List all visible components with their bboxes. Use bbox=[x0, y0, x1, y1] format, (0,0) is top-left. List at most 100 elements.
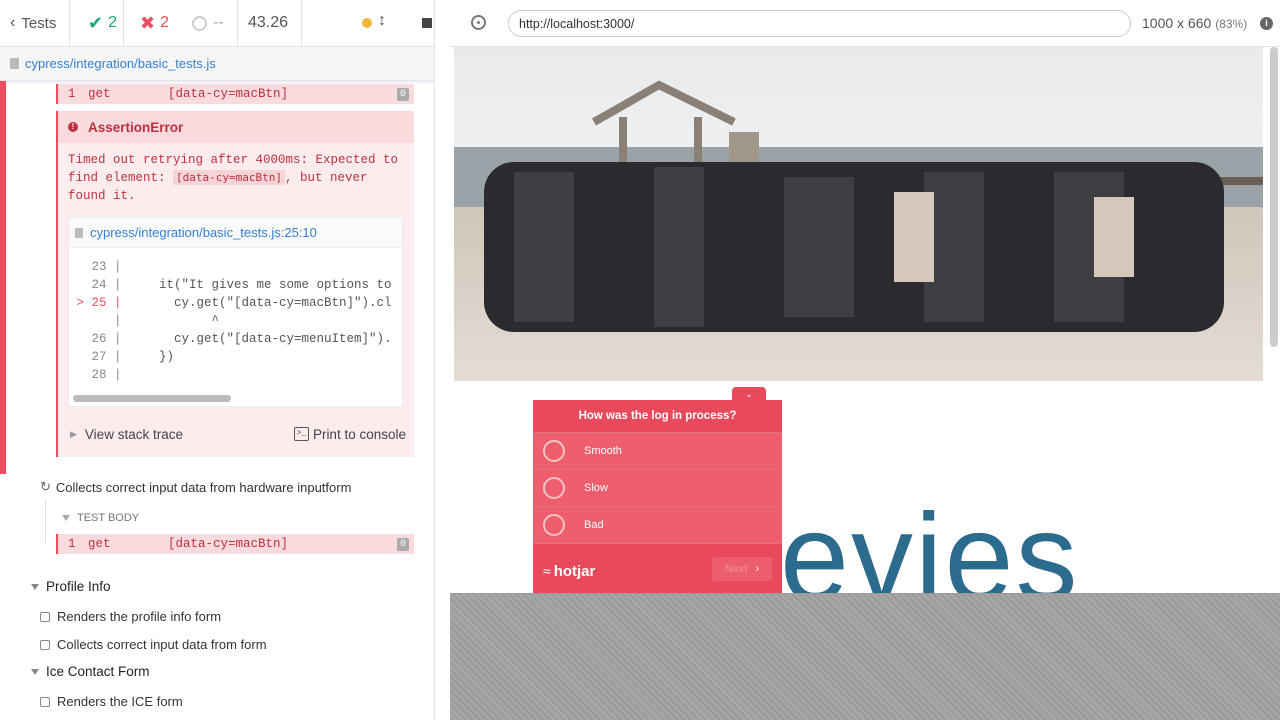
error-message-code: [data-cy=macBtn] bbox=[173, 170, 285, 185]
horizontal-scrollbar[interactable] bbox=[73, 395, 231, 402]
option-label: Bad bbox=[584, 519, 604, 531]
code-line: | ^ bbox=[69, 312, 402, 330]
print-to-console-label: Print to console bbox=[312, 426, 406, 442]
line-number: 23 | bbox=[69, 260, 130, 274]
elements-count-badge: 0 bbox=[396, 538, 409, 551]
page-scrollbar[interactable] bbox=[1270, 47, 1278, 347]
command-name: get bbox=[88, 537, 111, 551]
viewport-background bbox=[450, 594, 1280, 720]
option-label: Smooth bbox=[584, 445, 622, 457]
resize-arrows-icon[interactable]: ↕ bbox=[378, 12, 386, 30]
pending-count: -- bbox=[178, 0, 238, 46]
code-frame-lines: 23 | 24 | it("It gives me some options t… bbox=[69, 248, 402, 384]
line-number: > 25 | bbox=[69, 296, 130, 310]
code-line: 28 | bbox=[69, 366, 402, 384]
duration: 43.26 bbox=[238, 0, 302, 46]
print-to-console-button[interactable]: >_ Print to console bbox=[293, 426, 406, 442]
back-to-tests-button[interactable]: ‹ Tests bbox=[0, 0, 70, 46]
test-body-hook[interactable]: TEST BODY bbox=[62, 512, 139, 524]
survey-option-slow[interactable]: Slow bbox=[533, 470, 782, 507]
line-number: 24 | bbox=[69, 278, 130, 292]
hook-title: TEST BODY bbox=[77, 512, 140, 524]
test-collects-hardware[interactable]: ↻ Collects correct input data from hardw… bbox=[40, 479, 351, 495]
checkbox-icon bbox=[40, 611, 50, 622]
command-number: 1 bbox=[68, 537, 76, 551]
suite-profile-info[interactable]: Profile Info bbox=[31, 579, 111, 594]
survey-footer: ≈ hotjar Next › bbox=[533, 548, 782, 593]
x-icon: ✖ bbox=[140, 12, 156, 33]
radio-icon bbox=[543, 440, 565, 462]
hotjar-brand: hotjar bbox=[553, 562, 596, 580]
duration-value: 43.26 bbox=[248, 14, 289, 31]
option-label: Slow bbox=[584, 482, 608, 494]
code-text: cy.get("[data-cy=menuItem]"). bbox=[129, 332, 392, 346]
file-icon bbox=[75, 227, 83, 238]
command-selector: [data-cy=macBtn] bbox=[168, 87, 289, 101]
hotjar-survey: How was the log in process? Smooth Slow … bbox=[533, 400, 782, 593]
test-renders-ice[interactable]: Renders the ICE form bbox=[40, 694, 183, 709]
code-line: 24 | it("It gives me some options to bbox=[69, 276, 402, 294]
line-number: | bbox=[69, 314, 130, 328]
code-frame-file-link[interactable]: cypress/integration/basic_tests.js:25:10 bbox=[90, 225, 317, 240]
code-frame: cypress/integration/basic_tests.js:25:10… bbox=[68, 217, 403, 407]
hook-divider bbox=[45, 501, 46, 543]
code-line: 26 | cy.get("[data-cy=menuItem]"). bbox=[69, 330, 402, 348]
stop-icon[interactable] bbox=[422, 18, 432, 28]
code-text: ^ bbox=[129, 314, 220, 328]
error-footer: ▶ View stack trace >_ Print to console bbox=[58, 419, 414, 449]
failed-count: ✖ 2 bbox=[124, 0, 178, 46]
test-title: Collects correct input data from form bbox=[57, 637, 267, 652]
run-controls: ↕ bbox=[302, 0, 434, 46]
caret-down-icon bbox=[62, 515, 70, 521]
error-title: AssertionError bbox=[88, 119, 184, 135]
failed-suite-indicator bbox=[0, 81, 6, 474]
view-stack-trace-button[interactable]: View stack trace bbox=[85, 427, 183, 442]
app-preview: http://localhost:3000/ 1000 x 660 (83%) … bbox=[450, 0, 1280, 720]
failed-value: 2 bbox=[160, 14, 169, 31]
back-label: Tests bbox=[21, 14, 57, 32]
survey-option-smooth[interactable]: Smooth bbox=[533, 433, 782, 470]
command-number: 1 bbox=[68, 87, 76, 101]
code-text: cy.get("[data-cy=macBtn]").cl bbox=[129, 296, 392, 310]
radio-icon bbox=[543, 514, 565, 536]
pending-circle-icon bbox=[192, 15, 207, 31]
command-line[interactable]: 1 get [data-cy=macBtn] 0 bbox=[56, 534, 414, 554]
error-message: Timed out retrying after 4000ms: Expecte… bbox=[58, 143, 414, 205]
test-reports: 1 get [data-cy=macBtn] 0 ! AssertionErro… bbox=[0, 81, 434, 720]
info-icon[interactable]: i bbox=[1260, 17, 1273, 30]
aut-header: http://localhost:3000/ 1000 x 660 (83%) … bbox=[450, 0, 1280, 47]
line-number: 28 | bbox=[69, 368, 130, 382]
code-frame-header[interactable]: cypress/integration/basic_tests.js:25:10 bbox=[69, 218, 402, 248]
code-text: }) bbox=[129, 350, 175, 364]
survey-option-bad[interactable]: Bad bbox=[533, 507, 782, 544]
checkbox-icon bbox=[40, 639, 50, 650]
survey-next-button[interactable]: Next › bbox=[712, 557, 772, 581]
suite-ice-contact[interactable]: Ice Contact Form bbox=[31, 664, 150, 679]
spec-file-link[interactable]: cypress/integration/basic_tests.js bbox=[25, 56, 216, 71]
pending-value: -- bbox=[213, 14, 224, 31]
chevron-right-icon: › bbox=[755, 563, 760, 575]
hotjar-flame-icon: ≈ bbox=[543, 563, 551, 579]
reporter-panel: ‹ Tests ✔ 2 ✖ 2 -- 43.26 ↕ cypress/integ… bbox=[0, 0, 435, 720]
code-text: it("It gives me some options to bbox=[129, 278, 392, 292]
terminal-icon: >_ bbox=[293, 427, 309, 441]
test-collects-form[interactable]: Collects correct input data from form bbox=[40, 637, 267, 652]
url-input[interactable]: http://localhost:3000/ bbox=[508, 10, 1131, 37]
test-title: Renders the ICE form bbox=[57, 694, 183, 709]
command-line[interactable]: 1 get [data-cy=macBtn] 0 bbox=[56, 84, 414, 104]
line-number: 27 | bbox=[69, 350, 130, 364]
line-number: 26 | bbox=[69, 332, 130, 346]
error-header: ! AssertionError bbox=[58, 111, 414, 143]
team-photo bbox=[454, 47, 1263, 381]
check-icon: ✔ bbox=[88, 12, 104, 33]
chevron-down-icon: ⌄ bbox=[745, 389, 753, 399]
radio-icon bbox=[543, 477, 565, 499]
command-name: get bbox=[88, 87, 111, 101]
test-renders-profile[interactable]: Renders the profile info form bbox=[40, 609, 221, 624]
suite-title: Ice Contact Form bbox=[46, 664, 150, 679]
refresh-icon: ↻ bbox=[40, 479, 51, 494]
code-line: 27 | }) bbox=[69, 348, 402, 366]
test-title: Collects correct input data from hardwar… bbox=[55, 479, 352, 495]
spec-file-bar[interactable]: cypress/integration/basic_tests.js bbox=[0, 47, 434, 81]
error-panel: ! AssertionError Timed out retrying afte… bbox=[56, 111, 414, 457]
